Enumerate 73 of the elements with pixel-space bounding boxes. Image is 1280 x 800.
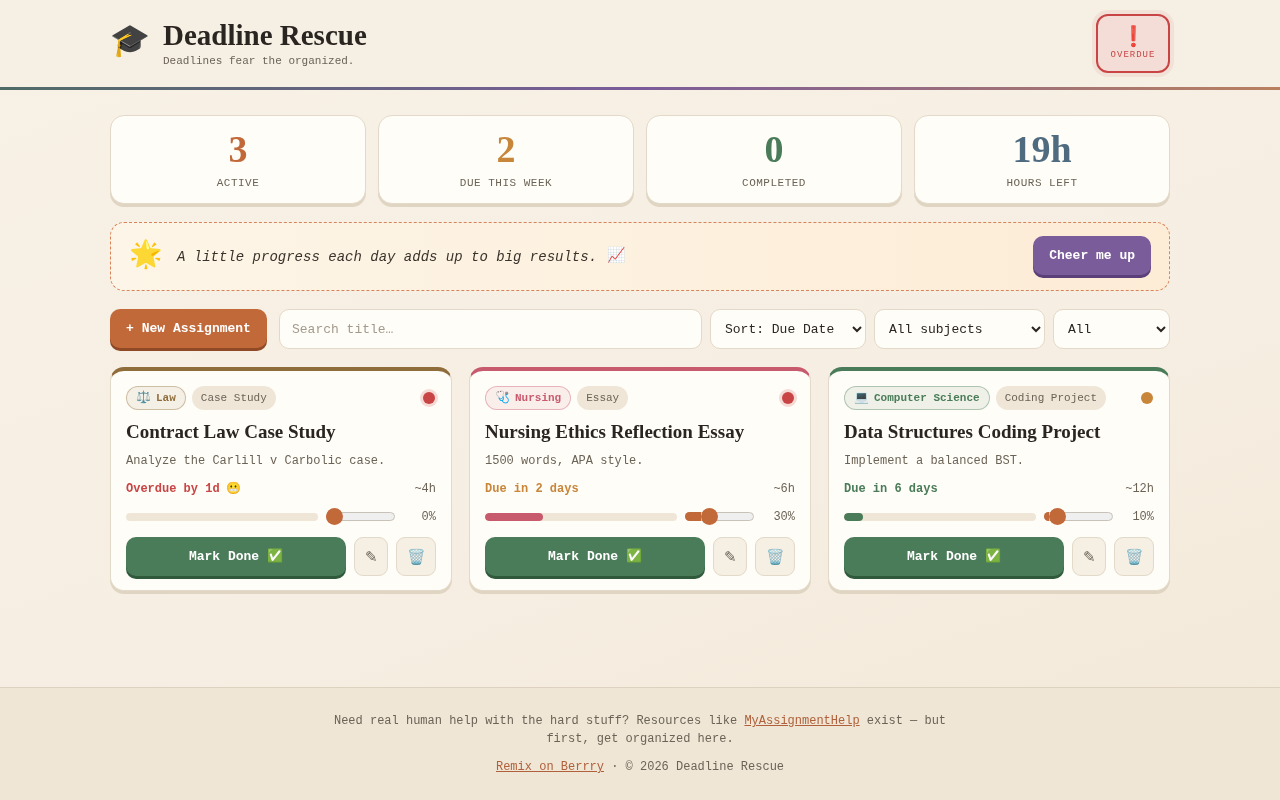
remix-link[interactable]: Remix on Berrry bbox=[495, 760, 604, 774]
subject-select[interactable]: All subjects bbox=[874, 309, 1045, 349]
delete-button[interactable]: 🗑 bbox=[755, 536, 795, 576]
app-tagline: Deadlines fear the organized. bbox=[163, 54, 356, 67]
resource-link[interactable]: MyAssignmentHelp bbox=[744, 714, 860, 728]
delete-button[interactable]: 🗑 bbox=[396, 536, 436, 576]
stat-label: ACTIVE bbox=[216, 177, 260, 189]
graduation-cap-icon: 🎓 bbox=[110, 27, 150, 60]
due-text: Overdue by 1d bbox=[126, 481, 220, 496]
check-icon: ✅ bbox=[626, 549, 643, 563]
time-estimate: ~4h bbox=[414, 481, 436, 496]
delete-button[interactable]: 🗑 bbox=[1114, 536, 1154, 576]
time-estimate: ~6h bbox=[773, 481, 795, 496]
stat-label: DUE THIS WEEK bbox=[459, 177, 553, 189]
type-tag: Essay bbox=[577, 386, 629, 410]
stethoscope-icon: 🩺 bbox=[495, 392, 510, 404]
subject-label: Law bbox=[156, 392, 176, 404]
footer-note: Need real human help with the hard stuff? Resources like MyAssignmentHelp exist — but first, get organized here. bbox=[332, 713, 948, 748]
assignment-description: Analyze the Carlill v Carbolic case. bbox=[126, 452, 387, 469]
check-icon: ✅ bbox=[267, 549, 284, 563]
trash-icon: 🗑 bbox=[765, 548, 785, 564]
motivation-quote: A little progress each day adds up to big results. bbox=[177, 248, 598, 265]
edit-button[interactable]: ✎ bbox=[713, 536, 747, 576]
trash-icon: 🗑 bbox=[1124, 548, 1144, 564]
stat-value: 0 bbox=[764, 130, 784, 168]
time-estimate: ~12h bbox=[1125, 481, 1154, 496]
progress-percent: 30% bbox=[772, 509, 795, 524]
stat-label: COMPLETED bbox=[742, 177, 806, 189]
assignment-description: Implement a balanced BST. bbox=[844, 452, 1026, 469]
overdue-label: OVERDUE bbox=[1110, 49, 1156, 60]
slider-thumb[interactable] bbox=[1049, 508, 1067, 526]
slider-thumb[interactable] bbox=[700, 508, 718, 526]
stat-value: 19h bbox=[1012, 130, 1072, 168]
assignment-description: 1500 words, APA style. bbox=[485, 452, 645, 469]
progress-percent: 0% bbox=[420, 509, 436, 524]
stat-value: 2 bbox=[496, 130, 516, 168]
pencil-icon: ✎ bbox=[1082, 548, 1096, 564]
laptop-icon: 💻 bbox=[854, 392, 869, 404]
due-text: Due in 2 days bbox=[485, 481, 579, 496]
app-title: Deadline Rescue bbox=[163, 20, 367, 52]
chart-icon: 📈 bbox=[607, 249, 627, 264]
subject-label: Computer Science bbox=[874, 392, 980, 404]
mark-done-button[interactable]: Mark Done ✅ bbox=[844, 536, 1064, 576]
trash-icon: 🗑 bbox=[406, 548, 426, 564]
pencil-icon: ✎ bbox=[723, 548, 737, 564]
mark-done-button[interactable]: Mark Done ✅ bbox=[485, 536, 705, 576]
assignment-title: Nursing Ethics Reflection Essay bbox=[485, 420, 746, 444]
status-select[interactable]: All bbox=[1053, 309, 1170, 349]
subject-label: Nursing bbox=[515, 392, 562, 404]
scales-icon: ⚖ bbox=[136, 392, 151, 404]
type-tag: Case Study bbox=[191, 386, 276, 410]
stat-value: 3 bbox=[228, 130, 248, 168]
pencil-icon: ✎ bbox=[364, 548, 378, 564]
stat-label: HOURS LEFT bbox=[1006, 177, 1078, 189]
slider-fill bbox=[1044, 512, 1050, 522]
footer-credit: Remix on Berrry · © 2026 Deadline Rescue bbox=[495, 759, 785, 776]
cheer-button[interactable]: Cheer me up bbox=[1033, 235, 1151, 275]
progress-percent: 10% bbox=[1131, 509, 1154, 524]
new-assignment-button[interactable]: + New Assignment bbox=[110, 309, 267, 348]
search-field[interactable]: Search title… bbox=[279, 309, 702, 349]
sort-select[interactable]: Sort: Due Date bbox=[710, 309, 866, 349]
assignment-title: Contract Law Case Study bbox=[126, 420, 337, 444]
slider-thumb[interactable] bbox=[326, 508, 343, 526]
mark-done-button[interactable]: Mark Done ✅ bbox=[126, 536, 346, 576]
edit-button[interactable]: ✎ bbox=[354, 536, 388, 576]
edit-button[interactable]: ✎ bbox=[1072, 536, 1106, 576]
due-text: Due in 6 days bbox=[844, 481, 938, 496]
slider-fill bbox=[685, 512, 701, 522]
assignment-title: Data Structures Coding Project bbox=[844, 420, 1102, 444]
grimace-face-icon: 😬 bbox=[225, 482, 241, 495]
check-icon: ✅ bbox=[985, 549, 1002, 563]
type-tag: Coding Project bbox=[995, 386, 1107, 410]
exclamation-icon: ❗ bbox=[1120, 27, 1146, 48]
